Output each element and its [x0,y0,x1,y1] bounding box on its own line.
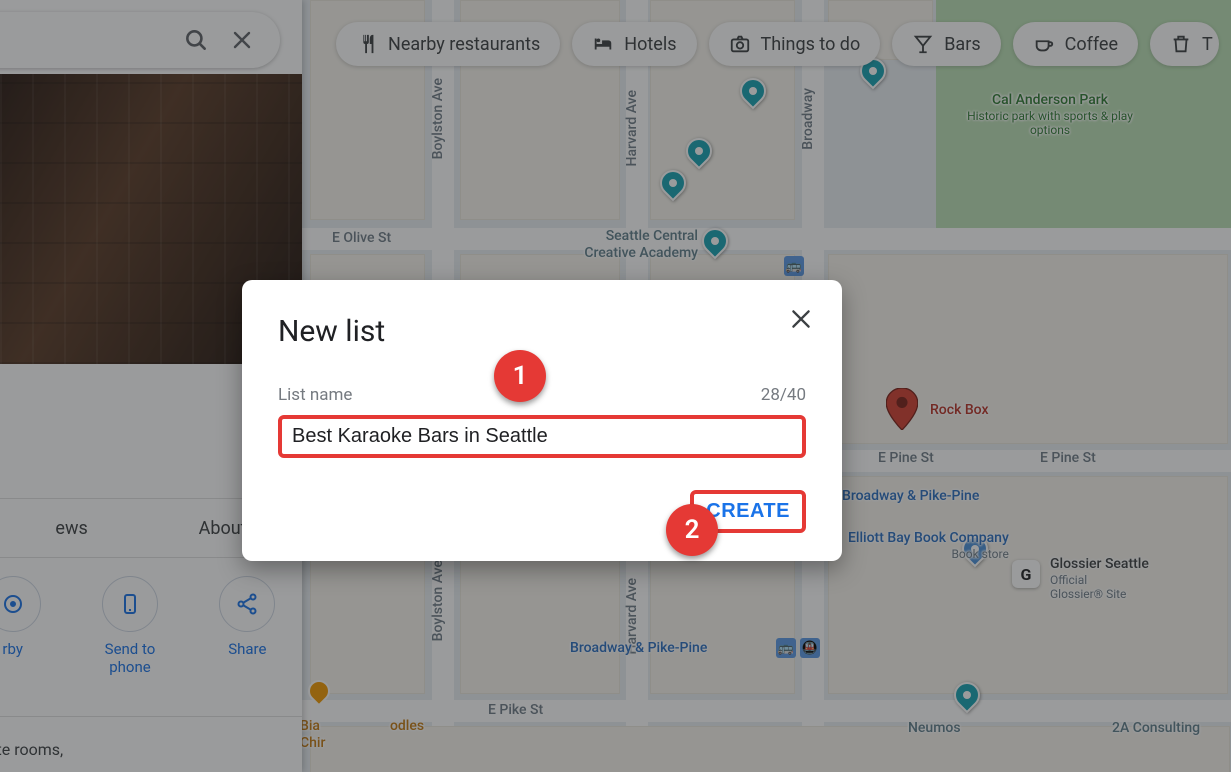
list-name-input[interactable] [292,425,792,448]
new-list-dialog: New list List name 28/40 CREATE 1 2 [242,280,842,561]
dialog-close-button[interactable] [788,306,814,336]
close-icon [788,306,814,332]
annotation-badge-2: 2 [666,504,718,556]
dialog-footer: CREATE [278,490,806,533]
field-label: List name [278,385,352,405]
dialog-title: New list [278,314,806,349]
char-counter: 28/40 [761,385,806,405]
list-name-input-highlight [278,415,806,458]
annotation-badge-1: 1 [494,350,546,402]
